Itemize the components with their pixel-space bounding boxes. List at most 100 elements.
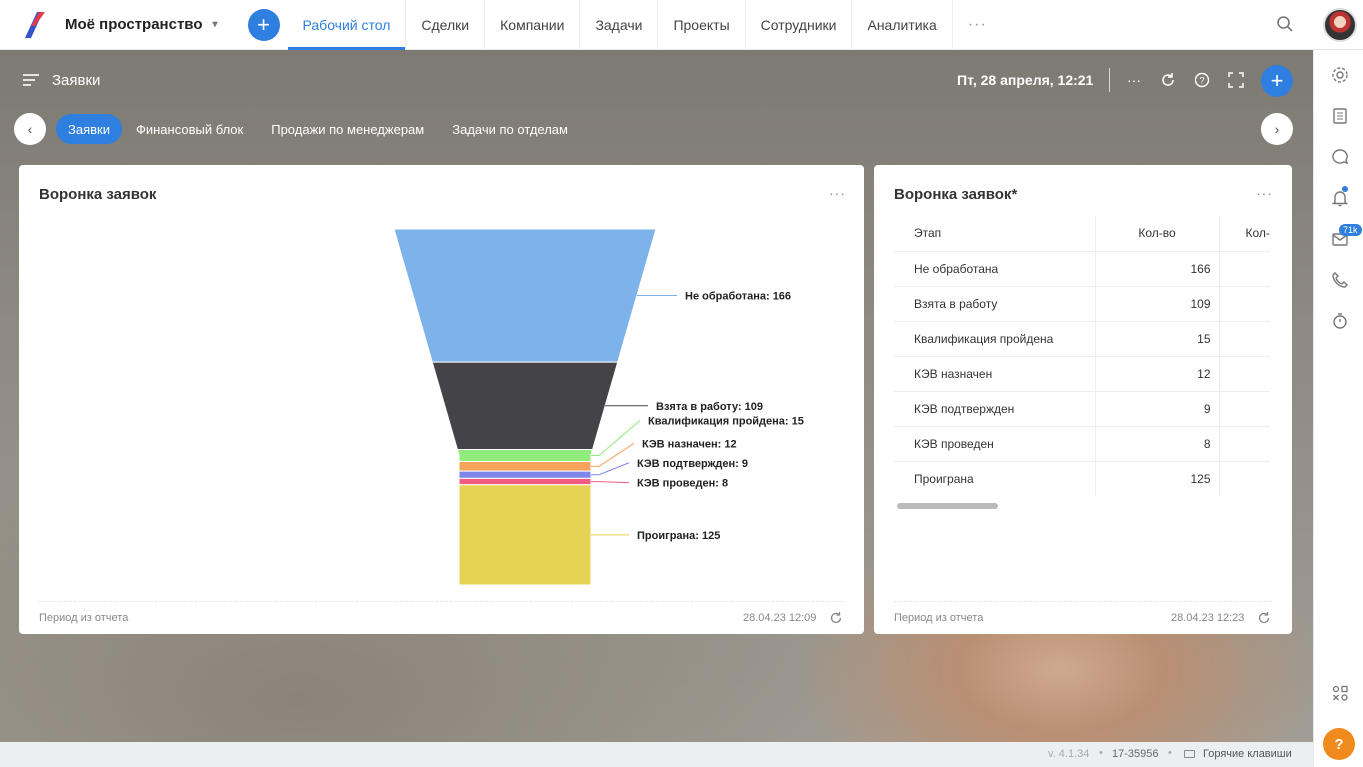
column-header[interactable]: Этап: [894, 216, 1096, 252]
table-row: Не обработана 166: [894, 251, 1270, 287]
tabs-prev-button[interactable]: ‹: [14, 113, 46, 145]
table-header-row: Этап Кол-во Кол-: [894, 216, 1270, 252]
search-icon[interactable]: [1276, 15, 1294, 33]
table-cell: [1219, 286, 1270, 322]
workspace-selector[interactable]: Моё пространство ▾: [65, 16, 218, 33]
tabs-next-button[interactable]: ›: [1261, 113, 1293, 145]
build-number: 17-35956: [1112, 748, 1159, 760]
table-cell: [1219, 356, 1270, 392]
horizontal-scrollbar[interactable]: [897, 503, 998, 509]
nav-item-tasks[interactable]: Задачи: [580, 0, 659, 50]
tab-tasks-by-departments[interactable]: Задачи по отделам: [438, 114, 582, 144]
menu-icon[interactable]: [23, 73, 39, 87]
tab-finance[interactable]: Финансовый блок: [122, 114, 257, 144]
nav-more-icon[interactable]: ···: [953, 0, 1002, 50]
table-cell: [1219, 321, 1270, 357]
dashboard-title: Заявки: [52, 72, 101, 89]
updated-time: 28.04.23 12:23: [1171, 612, 1245, 624]
divider: [1109, 68, 1110, 92]
table-cell: 109: [1095, 286, 1220, 322]
nav-item-desktop[interactable]: Рабочий стол: [287, 0, 407, 50]
table-cell: КЭВ проведен: [894, 426, 1096, 462]
funnel-label: КЭВ проведен: 8: [637, 478, 728, 490]
widget-title: Воронка заявок*: [894, 186, 1018, 203]
svg-text:?: ?: [1199, 76, 1204, 86]
funnel-segment[interactable]: [431, 361, 619, 450]
period-label: Период из отчета: [39, 612, 129, 624]
apps-icon[interactable]: [1331, 684, 1349, 702]
chat-icon[interactable]: [1331, 148, 1349, 166]
period-label: Период из отчета: [894, 612, 984, 624]
table-cell: [1219, 461, 1270, 496]
funnel-label: Квалификация пройдена: 15: [648, 416, 804, 428]
updated-time: 28.04.23 12:09: [743, 612, 817, 624]
table-cell: Взята в работу: [894, 286, 1096, 322]
app-logo[interactable]: [23, 11, 47, 38]
funnel-segment[interactable]: [458, 461, 592, 472]
tab-sales-by-managers[interactable]: Продажи по менеджерам: [257, 114, 438, 144]
divider: [894, 601, 1272, 602]
column-header[interactable]: Кол-: [1219, 216, 1270, 252]
fullscreen-icon[interactable]: [1228, 72, 1244, 88]
document-icon[interactable]: [1331, 107, 1349, 125]
tab-requests[interactable]: Заявки: [56, 114, 122, 144]
mail-badge: 71k: [1339, 224, 1362, 236]
gear-icon[interactable]: [1331, 66, 1349, 84]
create-button[interactable]: +: [247, 8, 280, 41]
chevron-down-icon: ▾: [212, 19, 218, 30]
chevron-right-icon: ›: [1274, 121, 1280, 137]
table-cell: Квалификация пройдена: [894, 321, 1096, 357]
table-cell: Не обработана: [894, 251, 1096, 287]
funnel-label: Не обработана: 166: [685, 291, 791, 303]
table-cell: 166: [1095, 251, 1220, 287]
notification-dot: [1342, 186, 1348, 192]
funnel-segment[interactable]: [458, 470, 592, 479]
question-icon[interactable]: ?: [1194, 72, 1210, 88]
divider: [39, 601, 844, 602]
table-row: КЭВ подтвержден 9: [894, 391, 1270, 427]
main-nav: Рабочий стол Сделки Компании Задачи Прое…: [287, 0, 1002, 50]
refresh-icon[interactable]: [1160, 72, 1176, 88]
timer-icon[interactable]: [1331, 312, 1349, 330]
funnel-connector: [591, 481, 630, 484]
table-cell: КЭВ назначен: [894, 356, 1096, 392]
phone-icon[interactable]: [1331, 271, 1349, 289]
funnel-table-widget: Воронка заявок* ··· Этап Кол-во Кол- Не …: [874, 165, 1292, 634]
user-avatar[interactable]: [1323, 8, 1357, 42]
nav-item-analytics[interactable]: Аналитика: [852, 0, 953, 50]
more-icon[interactable]: ···: [1126, 72, 1142, 88]
table-row: Проиграна 125: [894, 461, 1270, 496]
table-cell: 125: [1095, 461, 1220, 496]
table-row: Взята в работу 109: [894, 286, 1270, 322]
dashboard-datetime: Пт, 28 апреля, 12:21: [957, 72, 1094, 88]
separator: •: [1168, 747, 1172, 759]
funnel-connector: [591, 462, 630, 476]
funnel-label: Взята в работу: 109: [656, 401, 763, 413]
funnel-chart: Не обработана: 166 Взята в работу: 109 Ква…: [393, 228, 804, 586]
table-cell: [1219, 391, 1270, 427]
funnel-segment[interactable]: [458, 477, 592, 486]
funnel-segment[interactable]: [456, 448, 594, 463]
nav-item-deals[interactable]: Сделки: [406, 0, 486, 50]
table-cell: [1219, 426, 1270, 462]
add-widget-button[interactable]: +: [1261, 65, 1293, 97]
hotkeys-link[interactable]: Горячие клавиши: [1203, 748, 1292, 760]
nav-item-employees[interactable]: Сотрудники: [746, 0, 853, 50]
column-header[interactable]: Кол-во: [1095, 216, 1220, 252]
refresh-icon[interactable]: [1257, 611, 1271, 625]
table-cell: [1219, 251, 1270, 287]
nav-item-projects[interactable]: Проекты: [658, 0, 746, 50]
table-cell: КЭВ подтвержден: [894, 391, 1096, 427]
table-cell: 12: [1095, 356, 1220, 392]
table-cell: 15: [1095, 321, 1220, 357]
separator: •: [1099, 747, 1103, 759]
help-button[interactable]: ?: [1323, 728, 1355, 760]
table-row: КЭВ проведен 8: [894, 426, 1270, 462]
funnel-segment[interactable]: [393, 228, 657, 363]
widget-more-icon[interactable]: ···: [1256, 185, 1273, 201]
table-row: КЭВ назначен 12: [894, 356, 1270, 392]
status-bar: v. 4.1.34 • 17-35956 • Горячие клавиши: [0, 742, 1313, 767]
nav-item-companies[interactable]: Компании: [485, 0, 581, 50]
refresh-icon[interactable]: [829, 611, 843, 625]
funnel-segment[interactable]: [458, 484, 592, 586]
